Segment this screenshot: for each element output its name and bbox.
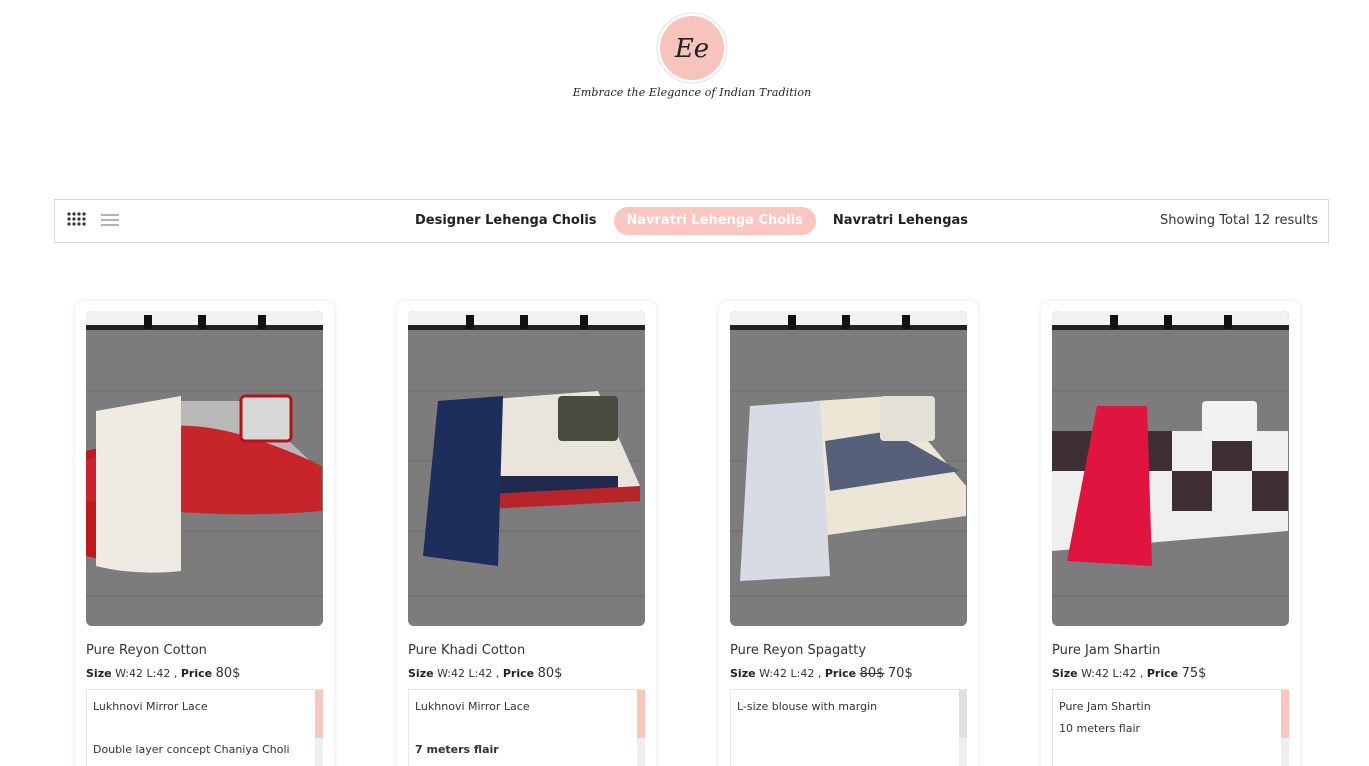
product-description[interactable]: Pure Jam Shartin 10 meters flair (1052, 689, 1289, 766)
tab-navratri-lehenga-cholis[interactable]: Navratri Lehenga Cholis (613, 207, 816, 235)
product-title[interactable]: Pure Reyon Spagatty (730, 643, 866, 658)
description-scrollbar[interactable] (959, 690, 967, 766)
product-price: 80$ (537, 666, 563, 681)
product-title[interactable]: Pure Jam Shartin (1052, 643, 1160, 658)
price-label: Price (502, 667, 535, 680)
product-description[interactable]: L-size blouse with margin (730, 689, 967, 766)
product-card[interactable]: Pure Jam Shartin Size W:42 L:42 , Price … (1041, 301, 1300, 766)
product-price: 75$ (1181, 666, 1207, 681)
product-image[interactable] (1052, 311, 1289, 626)
product-old-price: 80$ (859, 666, 885, 681)
product-title[interactable]: Pure Khadi Cotton (408, 643, 525, 658)
brand-tagline: Embrace the Elegance of Indian Tradition (572, 86, 812, 99)
description-scrollbar[interactable] (637, 690, 645, 766)
size-value: W:42 L:42 , (759, 667, 822, 680)
product-card[interactable]: Pure Reyon Cotton Size W:42 L:42 , Price… (75, 301, 334, 766)
product-card[interactable]: Pure Khadi Cotton Size W:42 L:42 , Price… (397, 301, 656, 766)
product-description[interactable]: Lukhnovi Mirror Lace Double layer concep… (86, 689, 323, 766)
size-value: W:42 L:42 , (1081, 667, 1144, 680)
filter-bar: Designer Lehenga Cholis Navratri Lehenga … (54, 199, 1329, 243)
size-value: W:42 L:42 , (115, 667, 178, 680)
description-line: Double layer concept Chaniya Choli (93, 743, 290, 756)
product-price: 70$ (887, 666, 913, 681)
price-label: Price (824, 667, 857, 680)
description-line: 7 meters flair (415, 743, 499, 756)
product-meta: Size W:42 L:42 , Price 80$ (86, 666, 240, 681)
size-value: W:42 L:42 , (437, 667, 500, 680)
product-card[interactable]: Pure Reyon Spagatty Size W:42 L:42 , Pri… (719, 301, 978, 766)
description-line: Lukhnovi Mirror Lace (415, 700, 530, 713)
product-price: 80$ (215, 666, 241, 681)
logo-initials: Ee (674, 34, 709, 64)
product-image[interactable] (408, 311, 645, 626)
description-scrollbar[interactable] (1281, 690, 1289, 766)
tab-navratri-lehengas[interactable]: Navratri Lehengas (820, 207, 981, 235)
product-meta: Size W:42 L:42 , Price 80$ 70$ (730, 666, 913, 681)
price-label: Price (1146, 667, 1179, 680)
product-image[interactable] (86, 311, 323, 626)
product-grid: Pure Reyon Cotton Size W:42 L:42 , Price… (75, 301, 1302, 766)
price-label: Price (180, 667, 213, 680)
brand-logo[interactable]: Ee (652, 10, 732, 90)
size-label: Size (86, 667, 112, 680)
size-label: Size (408, 667, 434, 680)
tab-designer-lehenga-cholis[interactable]: Designer Lehenga Cholis (402, 207, 610, 235)
description-line: Pure Jam Shartin (1059, 700, 1151, 713)
product-meta: Size W:42 L:42 , Price 80$ (408, 666, 562, 681)
description-scrollbar[interactable] (315, 690, 323, 766)
size-label: Size (730, 667, 756, 680)
product-meta: Size W:42 L:42 , Price 75$ (1052, 666, 1206, 681)
description-line: 10 meters flair (1059, 722, 1141, 735)
description-line: Lukhnovi Mirror Lace (93, 700, 208, 713)
results-count: Showing Total 12 results (1159, 213, 1318, 228)
category-tabs: Designer Lehenga Cholis Navratri Lehenga … (55, 207, 1328, 237)
description-line: L-size blouse with margin (737, 700, 878, 713)
product-description[interactable]: Lukhnovi Mirror Lace 7 meters flair (408, 689, 645, 766)
site-header: Ee Embrace the Elegance of Indian Tradit… (0, 0, 1369, 110)
product-title[interactable]: Pure Reyon Cotton (86, 643, 207, 658)
size-label: Size (1052, 667, 1078, 680)
product-image[interactable] (730, 311, 967, 626)
